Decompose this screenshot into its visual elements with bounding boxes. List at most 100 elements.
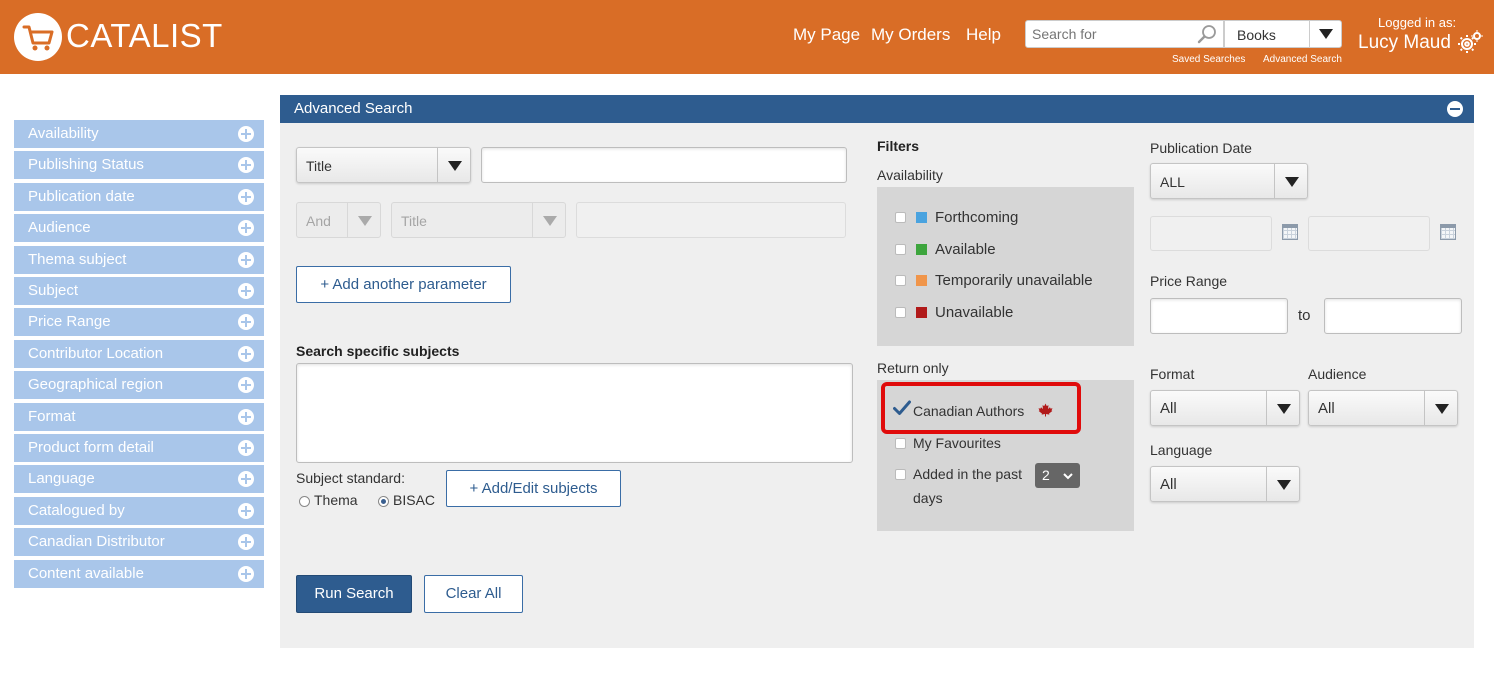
- status-color-swatch: [916, 306, 927, 318]
- expand-plus-icon[interactable]: [238, 220, 254, 237]
- search-icon[interactable]: [1197, 24, 1217, 49]
- nav-my-page[interactable]: My Page: [793, 25, 860, 45]
- sidebar-item-label: Publishing Status: [28, 156, 144, 174]
- chevron-down-icon: [1309, 21, 1341, 47]
- sidebar-item-label: Catalogued by: [28, 501, 125, 519]
- sidebar-item[interactable]: Thema subject: [14, 245, 264, 274]
- language-select[interactable]: All: [1150, 466, 1300, 502]
- highlight-box: [881, 382, 1081, 434]
- run-search-button[interactable]: Run Search: [296, 575, 412, 613]
- chevron-down-icon: [1266, 391, 1299, 425]
- added-past-checkbox[interactable]: [895, 469, 906, 480]
- expand-plus-icon[interactable]: [238, 188, 254, 205]
- saved-searches-link[interactable]: Saved Searches: [1172, 54, 1245, 65]
- clear-all-button[interactable]: Clear All: [424, 575, 523, 613]
- sidebar-item[interactable]: Publishing Status: [14, 151, 264, 180]
- expand-plus-icon[interactable]: [238, 408, 254, 425]
- field-select-2[interactable]: Title: [391, 202, 566, 238]
- cart-logo-icon[interactable]: [14, 13, 62, 61]
- sidebar-item[interactable]: Canadian Distributor: [14, 528, 264, 557]
- price-from-input[interactable]: [1150, 298, 1288, 334]
- my-favourites-checkbox[interactable]: [895, 438, 906, 449]
- brand-logo[interactable]: CATALIST: [66, 17, 223, 55]
- sidebar-item[interactable]: Subject: [14, 277, 264, 305]
- field-select[interactable]: Title: [296, 147, 471, 183]
- availability-checkbox[interactable]: [895, 275, 906, 286]
- panel-header: Advanced Search: [280, 95, 1474, 123]
- collapse-icon[interactable]: [1447, 101, 1463, 117]
- calendar-icon[interactable]: [1282, 224, 1298, 240]
- search-term-input[interactable]: [481, 147, 847, 183]
- sidebar-item[interactable]: Price Range: [14, 308, 264, 337]
- radio-thema-label: Thema: [314, 492, 358, 508]
- calendar-icon[interactable]: [1440, 224, 1456, 240]
- gear-icon[interactable]: [1457, 29, 1483, 60]
- sidebar-item[interactable]: Availability: [14, 120, 264, 148]
- expand-plus-icon[interactable]: [238, 471, 254, 488]
- expand-plus-icon[interactable]: [238, 534, 254, 551]
- status-color-swatch: [916, 212, 927, 223]
- expand-plus-icon[interactable]: [238, 251, 254, 268]
- advanced-search-link[interactable]: Advanced Search: [1263, 54, 1342, 65]
- price-to-input[interactable]: [1324, 298, 1462, 334]
- sidebar-item-label: Contributor Location: [28, 344, 164, 362]
- added-past-label: Added in the past: [913, 466, 1022, 482]
- sidebar-item[interactable]: Contributor Location: [14, 339, 264, 368]
- availability-option-label: Temporarily unavailable: [935, 272, 1093, 289]
- search-term-input-2[interactable]: [576, 202, 846, 238]
- sidebar-item[interactable]: Publication date: [14, 182, 264, 211]
- availability-label: Availability: [877, 167, 943, 183]
- pub-date-select[interactable]: ALL: [1150, 163, 1308, 199]
- radio-thema[interactable]: [299, 496, 310, 507]
- expand-plus-icon[interactable]: [238, 283, 254, 299]
- sidebar-item-label: Format: [28, 407, 76, 425]
- sidebar-item[interactable]: Product form detail: [14, 434, 264, 462]
- search-type-select[interactable]: Books: [1224, 20, 1342, 48]
- subjects-textarea[interactable]: [296, 363, 853, 463]
- expand-plus-icon[interactable]: [238, 502, 254, 519]
- logged-in-label: Logged in as:: [1378, 15, 1457, 30]
- expand-plus-icon[interactable]: [238, 565, 254, 582]
- availability-option-label: Forthcoming: [935, 209, 1019, 226]
- field-select-2-value: Title: [401, 213, 427, 229]
- availability-checkbox[interactable]: [895, 306, 906, 318]
- expand-plus-icon[interactable]: [238, 126, 254, 142]
- sidebar-item[interactable]: Format: [14, 402, 264, 431]
- add-parameter-button[interactable]: + Add another parameter: [296, 266, 511, 303]
- status-color-swatch: [916, 243, 927, 255]
- search-input[interactable]: [1026, 21, 1186, 47]
- pub-date-to-input[interactable]: [1308, 216, 1430, 251]
- sidebar-item[interactable]: Geographical region: [14, 371, 264, 400]
- price-to-label: to: [1298, 307, 1311, 324]
- chevron-down-icon: [437, 148, 470, 182]
- audience-select[interactable]: All: [1308, 390, 1458, 426]
- radio-bisac-label: BISAC: [393, 492, 436, 508]
- language-label: Language: [1150, 442, 1213, 458]
- chevron-down-icon: [1062, 469, 1074, 487]
- chevron-down-icon: [532, 203, 565, 237]
- days-select[interactable]: 2: [1035, 463, 1080, 488]
- user-name[interactable]: Lucy Maud: [1358, 32, 1451, 54]
- boolean-select[interactable]: And: [296, 202, 381, 238]
- availability-checkbox[interactable]: [895, 212, 906, 223]
- availability-checkbox[interactable]: [895, 243, 906, 255]
- expand-plus-icon[interactable]: [238, 314, 254, 331]
- nav-my-orders[interactable]: My Orders: [871, 25, 950, 45]
- sidebar-item[interactable]: Catalogued by: [14, 496, 264, 525]
- expand-plus-icon[interactable]: [238, 345, 254, 362]
- format-select[interactable]: All: [1150, 390, 1300, 426]
- pub-date-label: Publication Date: [1150, 140, 1252, 156]
- sidebar-item[interactable]: Content available: [14, 559, 264, 588]
- radio-bisac[interactable]: [378, 496, 389, 507]
- pub-date-from-input[interactable]: [1150, 216, 1272, 251]
- sidebar-item[interactable]: Language: [14, 465, 264, 494]
- expand-plus-icon[interactable]: [238, 440, 254, 456]
- nav-help[interactable]: Help: [966, 25, 1001, 45]
- return-only-label: Return only: [877, 360, 949, 376]
- expand-plus-icon[interactable]: [238, 377, 254, 394]
- expand-plus-icon[interactable]: [238, 157, 254, 174]
- sidebar-item[interactable]: Audience: [14, 214, 264, 243]
- chevron-down-icon: [1424, 391, 1457, 425]
- add-edit-subjects-button[interactable]: + Add/Edit subjects: [446, 470, 621, 507]
- sidebar-item-label: Price Range: [28, 313, 111, 331]
